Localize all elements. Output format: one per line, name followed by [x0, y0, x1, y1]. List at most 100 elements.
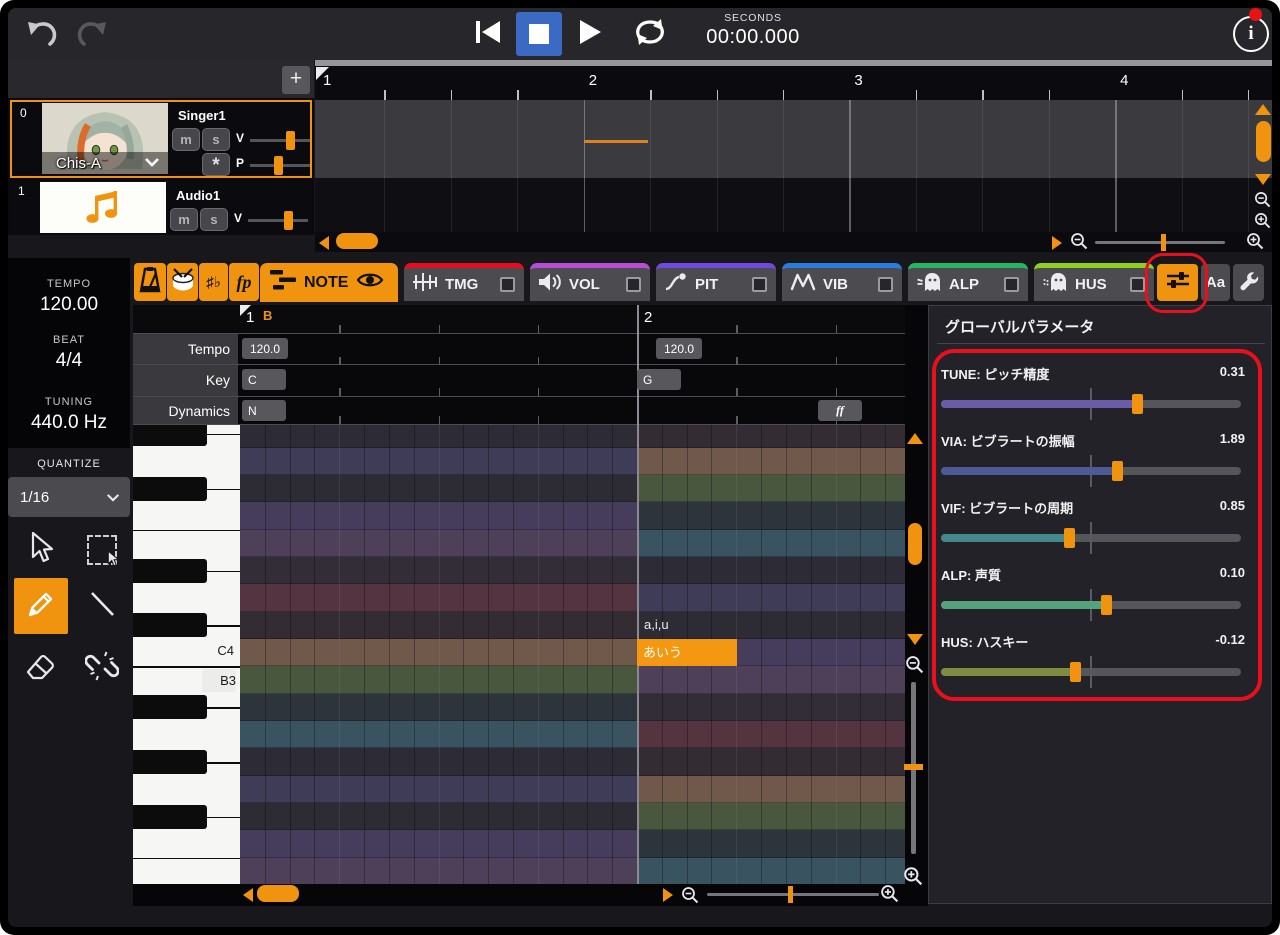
piano-scroll-down-button[interactable]	[907, 634, 923, 645]
scroll-right-button[interactable]	[1052, 236, 1062, 250]
drum-button[interactable]	[167, 263, 198, 301]
key-event[interactable]: G	[637, 369, 681, 390]
key-event[interactable]: C	[242, 369, 286, 390]
global-params-button[interactable]	[1157, 264, 1198, 301]
time-display[interactable]: 00:00.000	[690, 26, 816, 49]
piano-h-zoom-slider-handle[interactable]	[788, 886, 793, 903]
loop-button[interactable]	[628, 16, 672, 52]
piano-key-black[interactable]	[133, 558, 207, 583]
tab-pit[interactable]: PIT	[656, 263, 776, 301]
scroll-up-button[interactable]	[1255, 104, 1271, 115]
piano-key-black[interactable]	[133, 695, 207, 720]
piano-key-black[interactable]	[133, 425, 207, 446]
undo-button[interactable]	[22, 20, 62, 52]
tab-hus-checkbox[interactable]	[1130, 277, 1145, 292]
piano-v-scrollbar-thumb[interactable]	[908, 523, 922, 565]
tab-tmg-checkbox[interactable]	[500, 277, 515, 292]
tab-pit-checkbox[interactable]	[752, 277, 767, 292]
arrangement-timeline[interactable]: 1 2 3 4	[315, 60, 1272, 252]
piano-key-black[interactable]	[133, 804, 207, 829]
solo-button[interactable]: s	[202, 128, 230, 151]
volume-slider[interactable]	[250, 139, 310, 142]
slider-handle[interactable]	[1112, 461, 1124, 481]
zoom-out-icon[interactable]	[1070, 232, 1088, 252]
volume-slider-handle[interactable]	[286, 131, 295, 150]
param-alp-slider[interactable]	[941, 589, 1241, 621]
info-button[interactable]: i	[1233, 16, 1269, 52]
audio-thumbnail[interactable]	[40, 182, 166, 233]
piano-h-zoom-out-icon[interactable]	[681, 886, 699, 909]
h-zoom-slider[interactable]	[1095, 241, 1225, 244]
zoom-in-icon[interactable]	[1246, 232, 1264, 252]
pan-slider-handle[interactable]	[274, 156, 283, 175]
param-via-slider[interactable]	[941, 455, 1241, 487]
tab-alp[interactable]: ALP	[908, 263, 1028, 301]
track-row-singer[interactable]: 0 Chis-A Singer1 m s V * P	[10, 100, 312, 178]
solo-button[interactable]: s	[200, 208, 228, 231]
track-row-audio[interactable]: 1 Audio1 m s V	[10, 180, 312, 235]
freeze-button[interactable]: *	[202, 153, 230, 176]
v-zoom-in-icon[interactable]	[1254, 212, 1271, 234]
tab-vib-checkbox[interactable]	[878, 277, 893, 292]
mute-button[interactable]: m	[172, 128, 200, 151]
tab-note[interactable]: NOTE	[260, 263, 398, 302]
v-zoom-out-icon[interactable]	[1254, 191, 1271, 213]
piano-h-zoom-slider[interactable]	[707, 893, 879, 896]
score-rows-grid[interactable]	[238, 333, 905, 425]
timeline-note-segment[interactable]	[584, 140, 648, 143]
h-scrollbar-thumb[interactable]	[336, 233, 378, 249]
param-hus-slider[interactable]	[941, 656, 1241, 688]
volume-slider-handle[interactable]	[284, 211, 293, 230]
dynamics-event[interactable]: N	[242, 400, 286, 421]
skip-to-start-button[interactable]	[466, 14, 510, 54]
tab-alp-checkbox[interactable]	[1004, 277, 1019, 292]
marquee-select-tool[interactable]	[74, 524, 130, 576]
stop-button[interactable]	[516, 12, 562, 56]
eraser-tool[interactable]	[14, 642, 68, 694]
piano-roll-grid[interactable]	[240, 425, 905, 884]
accidental-button[interactable]: ♯♭	[199, 263, 228, 301]
unlink-tool[interactable]	[74, 642, 130, 694]
tempo-event[interactable]: 120.0	[656, 338, 702, 359]
piano-scroll-up-button[interactable]	[907, 433, 923, 444]
note-phoneme[interactable]: a,i,u	[644, 617, 669, 632]
dynamics-button[interactable]: fp	[229, 263, 259, 301]
metronome-button[interactable]	[134, 263, 166, 301]
piano-h-scrollbar-thumb[interactable]	[257, 885, 299, 902]
h-zoom-slider-handle[interactable]	[1161, 234, 1166, 251]
avatar[interactable]: Chis-A	[42, 103, 168, 174]
tab-vib[interactable]: VIB	[782, 263, 902, 301]
text-style-button[interactable]: Aa	[1201, 264, 1230, 301]
tab-vol[interactable]: VOL	[530, 263, 650, 301]
pencil-tool[interactable]	[14, 578, 68, 634]
volume-slider[interactable]	[248, 219, 308, 222]
add-track-button[interactable]: +	[282, 66, 310, 94]
piano-key-black[interactable]	[133, 750, 207, 775]
param-vif-slider[interactable]	[941, 522, 1241, 554]
piano-v-zoom-slider-handle[interactable]	[904, 764, 923, 770]
slider-handle[interactable]	[1070, 662, 1082, 682]
line-tool[interactable]	[74, 578, 130, 634]
v-scrollbar-thumb[interactable]	[1256, 121, 1271, 162]
tab-tmg[interactable]: TMG	[404, 263, 524, 301]
slider-handle[interactable]	[1132, 394, 1144, 414]
piano-scroll-right-button[interactable]	[663, 888, 673, 902]
tempo-event[interactable]: 120.0	[242, 338, 288, 359]
play-button[interactable]	[568, 14, 612, 54]
note-block[interactable]: あいう	[637, 639, 737, 666]
ruler-marker-b[interactable]: B	[263, 308, 272, 323]
settings-button[interactable]	[1233, 264, 1264, 301]
voice-select[interactable]: Chis-A	[42, 152, 168, 174]
slider-handle[interactable]	[1101, 595, 1112, 615]
piano-v-zoom-out-icon[interactable]	[905, 655, 924, 679]
piano-key-black[interactable]	[133, 613, 207, 638]
select-tool[interactable]	[12, 524, 68, 576]
piano-scroll-left-button[interactable]	[243, 888, 253, 902]
scroll-down-button[interactable]	[1255, 174, 1271, 185]
scroll-left-button[interactable]	[319, 236, 329, 250]
piano-h-zoom-in-icon[interactable]	[880, 884, 899, 908]
piano-key-black[interactable]	[133, 476, 207, 501]
tab-hus[interactable]: HUS	[1034, 263, 1154, 301]
quantize-select[interactable]: 1/16	[8, 477, 130, 517]
redo-button[interactable]	[72, 20, 112, 52]
